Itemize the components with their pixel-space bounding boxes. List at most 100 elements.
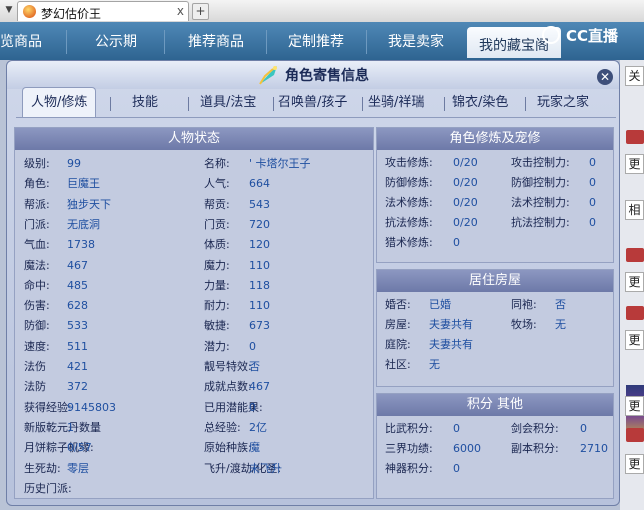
field-label: 级别: [24,157,50,170]
cc-live-text: CC直播 [566,27,619,45]
field-label: 魔力: [204,258,230,272]
new-tab-button[interactable]: + [192,3,209,20]
housing-panel: 居住房屋 婚否: 已婚 同袍: 否房屋: 夫妻共有 牧场: 无庭院: 夫妻共有 社区: 无 [376,269,614,387]
nav-item-browse[interactable]: 览商品 [0,31,42,55]
strip-item[interactable]: 更 [625,154,644,174]
strip-item[interactable]: 更 [625,454,644,474]
field-value: 421 [67,360,88,373]
field-value: 未飞升 [249,461,282,475]
field-label: 防御: [24,319,50,333]
field-value: 无 [429,358,440,371]
field-value: ' 卡塔尔王子 [249,157,311,170]
field-value: 110 [249,299,270,313]
field-value: 110 [249,258,270,272]
field-label: 抗法控制力: [511,216,570,229]
tab-skills[interactable]: 技能 [132,89,158,117]
field-value: 已婚 [429,298,451,311]
tab-divider [188,97,189,111]
field-value: 无 [555,318,566,331]
field-label: 法防 [24,380,46,394]
field-label: 比武积分: [385,422,433,435]
tab-items[interactable]: 道具/法宝 [200,89,256,117]
strip-red-badge [626,306,644,320]
cc-live-logo-icon [542,26,560,44]
nav-item-seller[interactable]: 我是卖家 [388,31,444,55]
field-label: 伤害: [24,299,50,313]
panel-title: 积分 其他 [377,394,613,416]
field-label: 攻击修炼: [385,156,433,169]
strip-item[interactable]: 相 [625,200,644,220]
strip-red-badge [626,248,644,262]
strip-red-badge [626,130,644,144]
field-label: 成就点数: [204,380,252,394]
tab-character[interactable]: 人物/修炼 [22,87,97,117]
field-label: 命中: [24,278,50,292]
tab-mounts[interactable]: 坐骑/祥瑞 [368,89,424,117]
field-label: 副本积分: [511,442,559,455]
field-label: 门贡: [204,217,230,231]
field-value: 无底洞 [67,217,100,231]
field-value: 2亿 [249,420,267,434]
tab-divider [110,97,111,111]
character-status-panel: 人物状态 级别: 99 名称: ' 卡塔尔王子 角色: 巨魔王 人气: 664 帮派: 独步天下 帮… [14,127,374,499]
strip-item[interactable]: 更 [625,396,644,416]
field-value: 0/20 [453,156,478,169]
nav-divider [164,30,165,54]
field-value: 0 [249,400,256,414]
strip-item[interactable]: 关 [625,66,644,86]
field-label: 防御控制力: [511,176,570,189]
field-label: 抗法修炼: [385,216,433,229]
browser-tab[interactable]: 梦幻估价王 x [17,1,189,21]
field-label: 剑会积分: [511,422,559,435]
field-label: 神器积分: [385,462,433,475]
points-panel: 积分 其他 比武积分: 0 剑会积分: 0 三界功绩: 6000 副本积分: 2710 神器积分… [376,393,614,499]
role-info-dialog: 角色寄售信息 ✕ 人物/修炼 技能 道具/法宝 召唤兽/孩子 坐骑/祥瑞 锦衣/… [6,60,620,506]
field-value: 0 [589,216,596,229]
browser-tab-bar: ▼ 梦幻估价王 x + [0,0,644,23]
field-label: 社区: [385,358,411,371]
strip-item[interactable]: 更 [625,330,644,350]
field-label: 法术修炼: [385,196,433,209]
field-value: 魔 [249,441,260,455]
field-value: 120 [249,238,270,252]
field-label: 气血: [24,238,50,252]
field-label: 角色: [24,177,50,191]
nav-item-recommended[interactable]: 推荐商品 [188,31,244,55]
field-value: 467 [249,380,270,394]
field-value: 0/57 [67,441,92,455]
cc-live-watermark: CC直播 [542,24,642,46]
strip-item[interactable]: 更 [625,272,644,292]
field-value: 533 [67,319,88,333]
field-label: 攻击控制力: [511,156,570,169]
close-icon[interactable]: ✕ [597,69,613,85]
tab-outfits[interactable]: 锦衣/染色 [452,89,508,117]
nav-item-custom[interactable]: 定制推荐 [288,31,344,55]
field-label: 体质: [204,238,230,252]
field-value: 0/20 [453,176,478,189]
field-label: 新版乾元丹数量 [24,420,101,434]
close-tab-icon[interactable]: x [177,4,184,18]
field-label: 法术控制力: [511,196,570,209]
field-label: 总经验: [204,420,241,434]
field-value: 485 [67,278,88,292]
field-label: 同袍: [511,298,537,311]
dialog-title: 角色寄售信息 [285,68,369,84]
tab-list-chevron-icon[interactable]: ▼ [2,3,16,17]
field-label: 房屋: [385,318,411,331]
dialog-header: 角色寄售信息 ✕ [7,61,619,89]
panel-title: 角色修炼及宠修 [377,128,613,150]
nav-item-public[interactable]: 公示期 [95,31,137,55]
field-label: 原始种族: [204,441,252,455]
field-value: 否 [555,298,566,311]
field-value: 0 [453,422,460,435]
field-value: 99 [67,157,81,170]
field-value: 0 [580,422,587,435]
field-label: 敏捷: [204,319,230,333]
field-label: 生死劫: [24,461,61,475]
feather-logo-icon [259,66,277,85]
tab-player-home[interactable]: 玩家之家 [537,89,589,117]
field-label: 魔法: [24,258,50,272]
field-value: 夫妻共有 [429,338,473,351]
field-value: 1 [67,420,74,434]
tab-pets[interactable]: 召唤兽/孩子 [278,89,347,117]
